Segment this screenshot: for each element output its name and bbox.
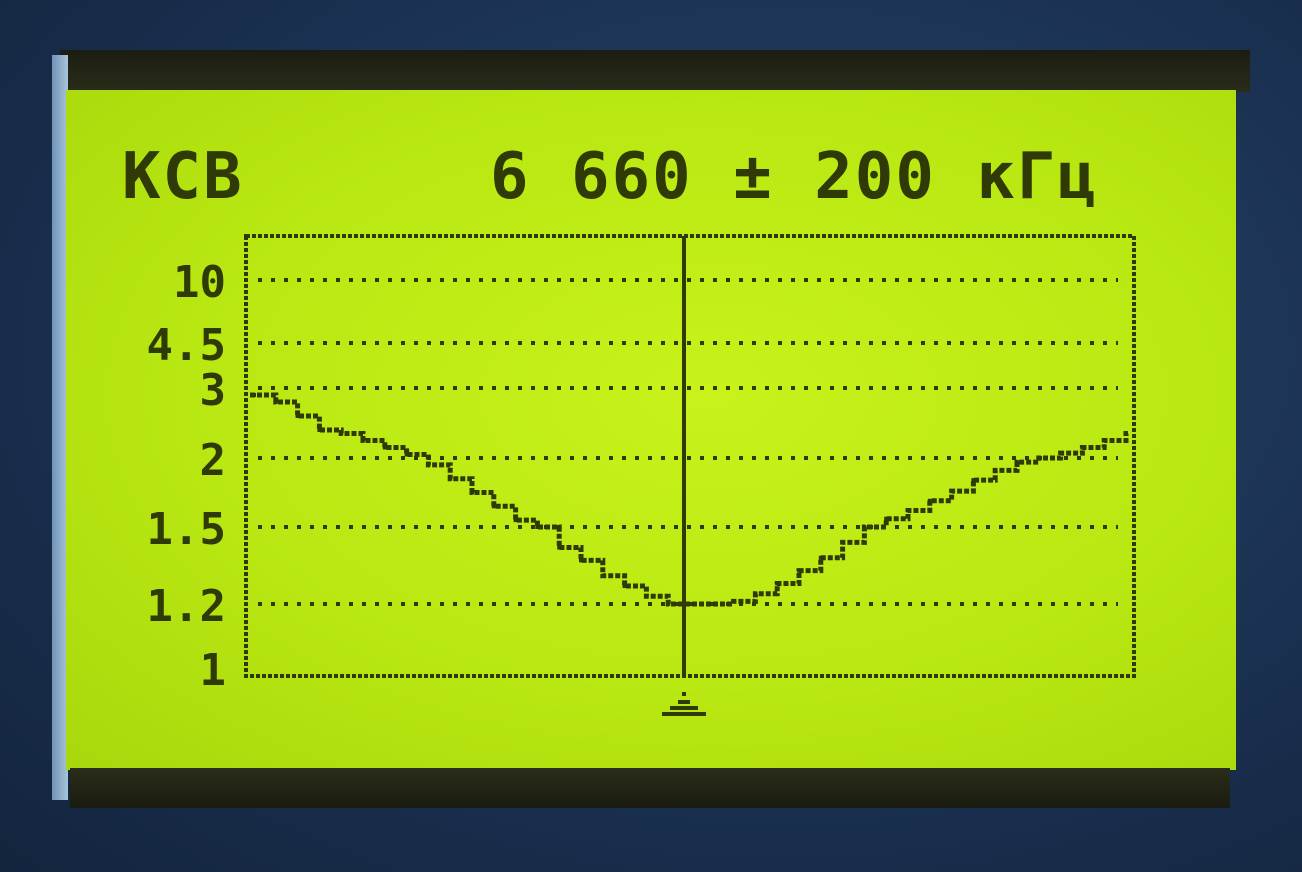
data-point <box>317 428 322 432</box>
swr-chart: 10 4.53 2 1.5 1.2 1 <box>147 234 1136 716</box>
y-tick-label: 4.5 <box>147 320 226 371</box>
data-point <box>252 393 256 397</box>
data-point <box>1124 431 1128 436</box>
data-point <box>513 518 518 523</box>
data-point <box>731 599 736 604</box>
data-point <box>295 414 300 418</box>
data-point <box>818 555 823 560</box>
data-point <box>382 445 387 450</box>
data-point <box>622 584 627 589</box>
data-point <box>993 468 998 473</box>
data-point <box>775 581 780 586</box>
data-point <box>753 591 758 596</box>
data-point <box>1102 438 1107 443</box>
y-tick-label: 1.5 <box>147 504 226 555</box>
data-point <box>557 545 562 550</box>
data-point <box>1036 456 1041 460</box>
y-tick-label: 2 <box>200 435 227 486</box>
data-point <box>906 508 910 513</box>
data-point <box>404 452 409 457</box>
data-point <box>491 504 496 509</box>
data-point <box>709 602 714 606</box>
data-point <box>884 516 889 521</box>
data-point <box>840 540 845 545</box>
data-point <box>1015 460 1019 465</box>
y-tick-label: 10 <box>173 257 226 308</box>
data-point <box>535 525 540 529</box>
center-marker-icon <box>662 692 706 716</box>
data-point <box>1080 445 1085 450</box>
y-tick-label: 3 <box>200 365 227 416</box>
y-tick-label: 1 <box>200 645 227 696</box>
data-point <box>470 490 474 495</box>
data-point <box>688 602 692 606</box>
y-tick-label: 1.2 <box>147 581 226 632</box>
data-point <box>644 594 649 599</box>
data-point <box>1058 451 1063 456</box>
data-point <box>666 602 671 606</box>
data-point <box>927 498 932 503</box>
data-point <box>361 438 365 443</box>
data-point <box>600 573 605 578</box>
data-point <box>971 478 976 483</box>
device-body: КСВ 6 660 ± 200 кГц 10 4.5 3 2 1.5 1.2 1 <box>0 0 1302 872</box>
data-point <box>949 489 954 494</box>
data-point <box>862 525 867 529</box>
data-point <box>426 462 431 467</box>
data-point <box>273 400 278 404</box>
data-point <box>339 431 344 436</box>
data-point <box>448 476 453 481</box>
data-point <box>797 568 801 573</box>
swr-curve <box>250 392 1129 607</box>
data-point <box>579 558 583 563</box>
